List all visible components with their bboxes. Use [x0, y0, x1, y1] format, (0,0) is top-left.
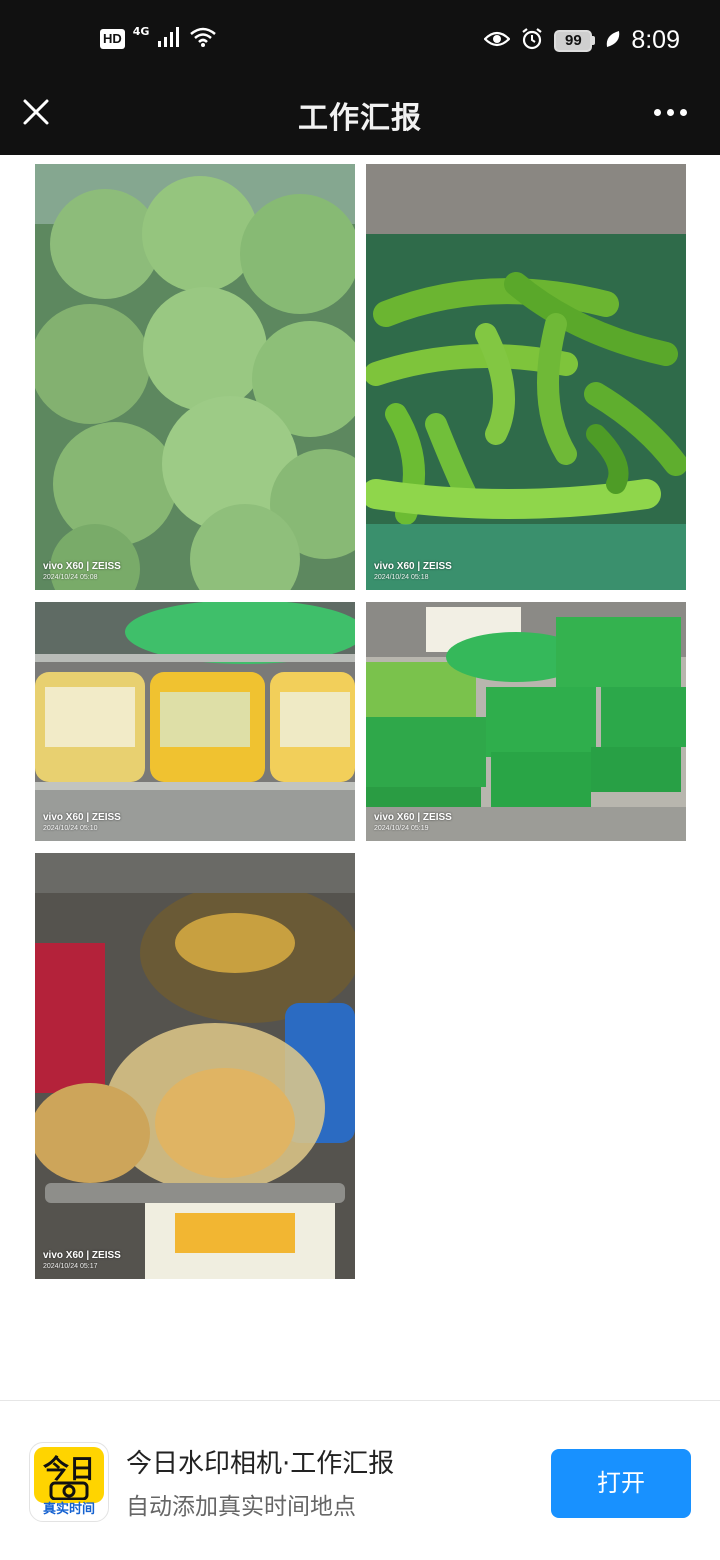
photo-ginger-bags[interactable]: vivo X60 | ZEISS 2024/10/24 05:17 — [35, 853, 355, 1279]
photo-cabbage[interactable]: vivo X60 | ZEISS 2024/10/24 05:08 — [35, 164, 355, 590]
page-title: 工作汇报 — [298, 101, 422, 136]
app-promo-bar: 今日 真实时间 今日水印相机·工作汇报 自动添加真实时间地点 打开 — [0, 1400, 720, 1560]
camera-icon: 今日 — [34, 1447, 104, 1503]
eye-icon — [483, 29, 511, 53]
status-bar: HD 4G 99 8:09 — [0, 0, 720, 84]
promo-subtitle: 自动添加真实时间地点 — [126, 1494, 356, 1520]
photo-watermark: vivo X60 | ZEISS 2024/10/24 05:08 — [43, 561, 121, 581]
photo-watermark: vivo X60 | ZEISS 2024/10/24 05:17 — [43, 1250, 121, 1270]
wifi-icon — [189, 26, 217, 52]
photo-watermark: vivo X60 | ZEISS 2024/10/24 05:10 — [43, 812, 121, 832]
signal-icon — [157, 26, 181, 52]
clock: 8:09 — [631, 26, 680, 54]
peppers-image — [366, 164, 686, 590]
leaf-icon — [605, 29, 621, 53]
status-right: 99 8:09 — [483, 26, 680, 55]
photo-watermark: vivo X60 | ZEISS 2024/10/24 05:18 — [374, 561, 452, 581]
photo-bagged-vegetables[interactable]: vivo X60 | ZEISS 2024/10/24 05:10 — [35, 602, 355, 841]
network-type: 4G — [132, 24, 150, 38]
top-bar: HD 4G 99 8:09 工作汇报 — [0, 0, 720, 155]
alarm-icon — [520, 27, 544, 55]
photo-watermark: vivo X60 | ZEISS 2024/10/24 05:19 — [374, 812, 452, 832]
battery-icon: 99 — [554, 29, 596, 52]
shelf-image — [35, 602, 355, 841]
more-dots-icon — [653, 108, 661, 116]
app-icon[interactable]: 今日 真实时间 — [29, 1442, 109, 1522]
hd-badge: HD — [100, 29, 125, 49]
open-button[interactable]: 打开 — [551, 1449, 691, 1518]
crates-image — [366, 602, 686, 841]
photo-green-peppers[interactable]: vivo X60 | ZEISS 2024/10/24 05:18 — [366, 164, 686, 590]
cabbage-image — [35, 164, 355, 590]
status-left: HD 4G — [100, 26, 217, 52]
promo-title: 今日水印相机·工作汇报 — [126, 1449, 395, 1479]
app-icon-caption: 真实时间 — [42, 1502, 95, 1517]
ginger-image — [35, 853, 355, 1279]
battery-level: 99 — [554, 29, 593, 52]
title-bar: 工作汇报 — [0, 84, 720, 155]
more-options-button[interactable] — [646, 90, 694, 134]
photo-green-crates[interactable]: vivo X60 | ZEISS 2024/10/24 05:19 — [366, 602, 686, 841]
